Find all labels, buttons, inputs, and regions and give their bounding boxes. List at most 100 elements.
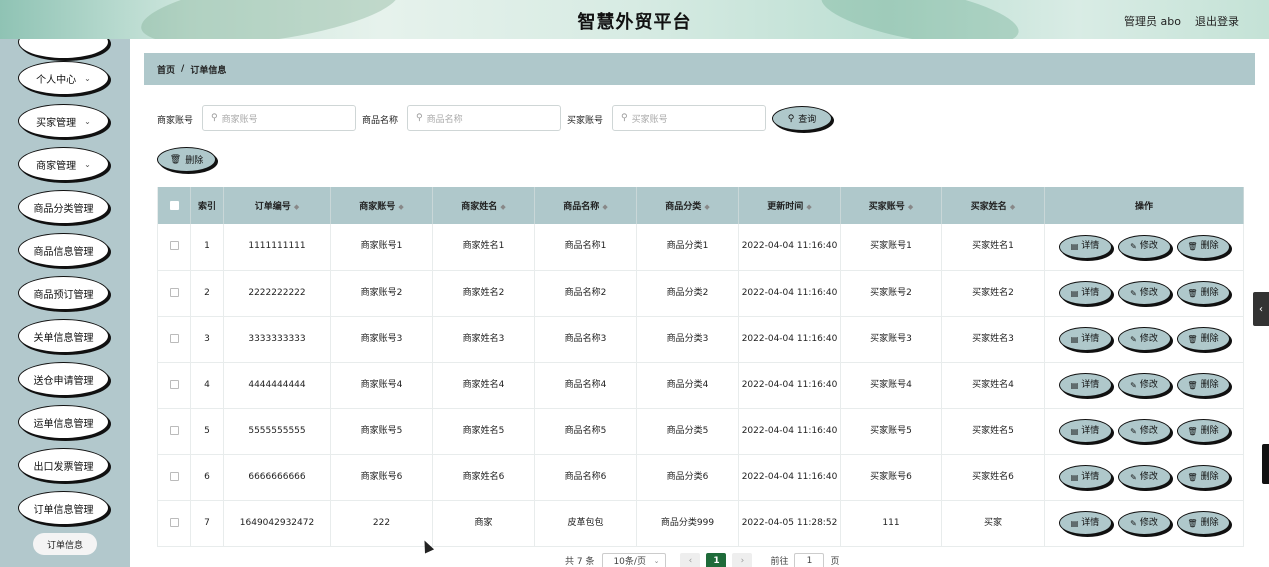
column-header-update-time[interactable]: 更新时间 ◆: [738, 187, 841, 224]
row-checkbox[interactable]: [169, 379, 179, 389]
sort-icon[interactable]: ◆: [806, 203, 811, 211]
column-header-product-name[interactable]: 商品名称 ◆: [534, 187, 637, 224]
order-no-cell: 1649042932472: [223, 500, 331, 547]
sidebar-item-buyer-management[interactable]: 买家管理 ⌄: [18, 104, 109, 138]
buyer-account-cell: 111: [840, 500, 942, 547]
column-header-label: 索引: [197, 202, 216, 212]
pencil-icon: ✎: [1130, 242, 1137, 252]
sort-icon[interactable]: ◆: [908, 203, 913, 211]
logout-link[interactable]: 退出登录: [1195, 13, 1239, 29]
select-all-checkbox[interactable]: [169, 200, 179, 210]
edit-button-label: 修改: [1139, 333, 1158, 344]
buyer-account-cell: 买家账号5: [840, 408, 942, 455]
edit-button-label: 修改: [1139, 471, 1158, 482]
delete-button[interactable]: 🗑 删除: [1176, 511, 1230, 535]
sidebar-item-waybill-management[interactable]: 运单信息管理: [18, 405, 109, 439]
delete-button[interactable]: 🗑 删除: [1176, 234, 1230, 259]
breadcrumb-home[interactable]: 首页: [157, 63, 175, 76]
sidebar-item-customs-management[interactable]: 关单信息管理: [18, 319, 109, 353]
side-handle[interactable]: [1262, 444, 1269, 484]
sidebar-item-category-management[interactable]: 商品分类管理: [18, 190, 109, 224]
actions-cell: ▤ 详情 ✎ 修改 🗑 删除: [1044, 408, 1244, 455]
column-header-label: 买家账号: [868, 202, 905, 212]
detail-button[interactable]: ▤ 详情: [1058, 281, 1112, 305]
actions-cell: ▤ 详情 ✎ 修改 🗑 删除: [1044, 224, 1244, 271]
sidebar-item-home[interactable]: [18, 39, 109, 59]
sort-icon[interactable]: ◆: [294, 203, 299, 211]
product-name-label: 商品名称: [362, 116, 399, 126]
next-page-button[interactable]: ›: [732, 552, 753, 567]
row-checkbox[interactable]: [169, 287, 179, 297]
sidebar-item-reservation-management[interactable]: 商品预订管理: [18, 276, 109, 310]
buyer-account-cell: 买家账号1: [840, 224, 942, 271]
sort-icon[interactable]: ◆: [1010, 203, 1015, 211]
row-checkbox[interactable]: [169, 241, 179, 251]
page-size-select[interactable]: 10条/页 ⌄: [602, 552, 667, 567]
sidebar-item-label: 送仓申请管理: [33, 375, 94, 387]
detail-button[interactable]: ▤ 详情: [1058, 234, 1112, 259]
collapse-panel-button[interactable]: ‹: [1253, 292, 1269, 326]
sort-icon[interactable]: ◆: [602, 203, 607, 211]
edit-button[interactable]: ✎ 修改: [1117, 234, 1171, 259]
row-checkbox[interactable]: [169, 517, 179, 527]
sidebar-item-order-management[interactable]: 订单信息管理: [18, 491, 109, 525]
edit-button[interactable]: ✎ 修改: [1117, 281, 1171, 305]
sidebar-subitem-order-info[interactable]: 订单信息: [33, 533, 97, 555]
sidebar-item-merchant-management[interactable]: 商家管理 ⌄: [18, 147, 109, 181]
bulk-delete-button[interactable]: 🗑 删除: [157, 147, 216, 172]
merchant-name-cell: 商家姓名5: [432, 408, 535, 455]
column-header-order-no[interactable]: 订单编号 ◆: [223, 187, 331, 224]
actions-cell: ▤ 详情 ✎ 修改 🗑 删除: [1044, 454, 1244, 501]
column-header-buyer-account[interactable]: 买家账号 ◆: [840, 187, 942, 224]
detail-button-label: 详情: [1081, 471, 1100, 482]
buyer-name-cell: 买家: [941, 500, 1045, 547]
delete-button[interactable]: 🗑 删除: [1176, 465, 1230, 489]
buyer-account-cell: 买家账号3: [840, 316, 942, 363]
row-checkbox[interactable]: [169, 471, 179, 481]
delete-button[interactable]: 🗑 删除: [1176, 281, 1230, 305]
column-header-category[interactable]: 商品分类 ◆: [636, 187, 739, 224]
product-name-input[interactable]: ⚲ 商品名称: [407, 105, 561, 131]
chevron-left-icon: ‹: [688, 555, 693, 566]
product-name-cell: 皮革包包: [534, 500, 637, 547]
detail-button[interactable]: ▤ 详情: [1058, 327, 1112, 351]
merchant-account-input[interactable]: ⚲ 商家账号: [202, 105, 356, 131]
column-header-merchant-account[interactable]: 商家账号 ◆: [330, 187, 433, 224]
sidebar-item-warehouse-management[interactable]: 送仓申请管理: [18, 362, 109, 396]
buyer-name-cell: 买家姓名1: [941, 224, 1045, 271]
detail-button[interactable]: ▤ 详情: [1058, 465, 1112, 489]
sidebar-item-label: 出口发票管理: [33, 461, 94, 473]
sidebar-item-product-management[interactable]: 商品信息管理: [18, 233, 109, 267]
delete-button-label: 删除: [185, 156, 204, 166]
edit-button[interactable]: ✎ 修改: [1117, 419, 1171, 443]
delete-button[interactable]: 🗑 删除: [1176, 419, 1230, 443]
delete-button-label: 删除: [1200, 379, 1219, 390]
row-checkbox[interactable]: [169, 425, 179, 435]
delete-button[interactable]: 🗑 删除: [1176, 327, 1230, 351]
buyer-account-input[interactable]: ⚲ 买家账号: [612, 105, 766, 131]
table-row: 6 6666666666 商家账号6 商家姓名6 商品名称6 商品分类6 2022-04-0…: [157, 454, 1244, 501]
row-checkbox[interactable]: [169, 333, 179, 343]
edit-button[interactable]: ✎ 修改: [1117, 373, 1171, 397]
delete-button-label: 删除: [1200, 517, 1219, 528]
column-header-buyer-name[interactable]: 买家姓名 ◆: [941, 187, 1045, 224]
page-number-button[interactable]: 1: [706, 552, 727, 567]
sort-icon[interactable]: ◆: [500, 203, 505, 211]
edit-button[interactable]: ✎ 修改: [1117, 465, 1171, 489]
edit-button[interactable]: ✎ 修改: [1117, 511, 1171, 535]
detail-button[interactable]: ▤ 详情: [1058, 419, 1112, 443]
delete-button[interactable]: 🗑 删除: [1176, 373, 1230, 397]
detail-button[interactable]: ▤ 详情: [1058, 373, 1112, 397]
search-icon: ⚲: [416, 113, 423, 123]
detail-button[interactable]: ▤ 详情: [1058, 511, 1112, 535]
query-button[interactable]: ⚲ 查询: [772, 106, 832, 131]
sort-icon[interactable]: ◆: [398, 203, 403, 211]
prev-page-button[interactable]: ‹: [680, 552, 701, 567]
column-header-merchant-name[interactable]: 商家姓名 ◆: [432, 187, 535, 224]
sidebar-item-personal-center[interactable]: 个人中心 ⌄: [18, 61, 109, 95]
product-name-cell: 商品名称5: [534, 408, 637, 455]
sidebar-item-invoice-management[interactable]: 出口发票管理: [18, 448, 109, 482]
goto-page-input[interactable]: 1: [794, 552, 825, 567]
sort-icon[interactable]: ◆: [704, 203, 709, 211]
edit-button[interactable]: ✎ 修改: [1117, 327, 1171, 351]
